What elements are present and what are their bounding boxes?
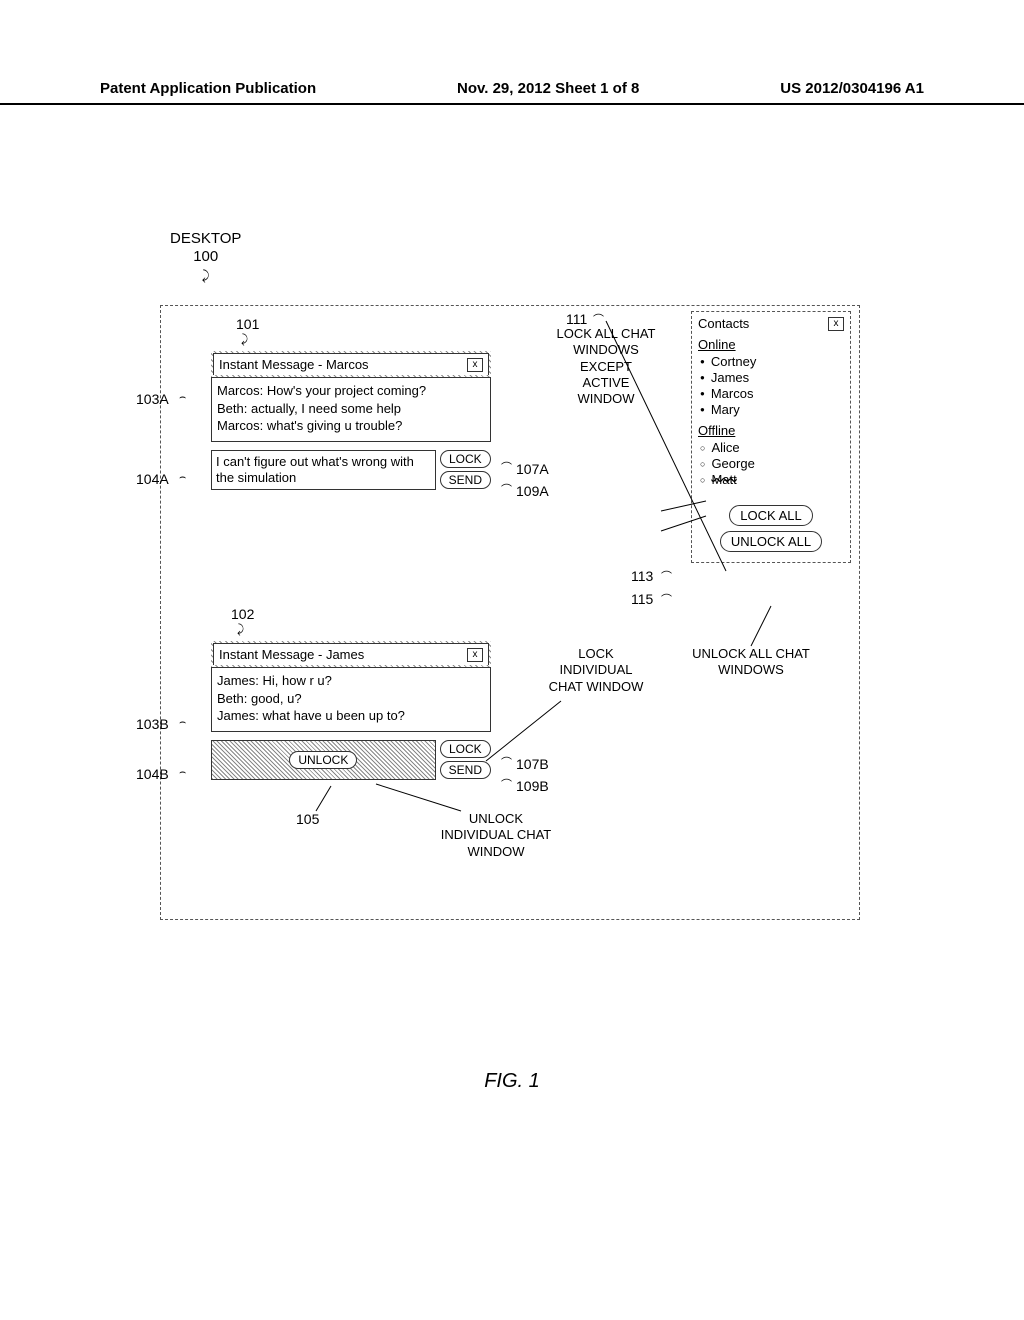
ref-101: 101 [236,316,259,332]
chat-line: James: what have u been up to? [217,707,485,725]
ref-109B: 109B [516,778,549,794]
callout-lock-all-except: LOCK ALL CHAT WINDOWS EXCEPT ACTIVE WIND… [556,326,656,407]
lock-all-button[interactable]: LOCK ALL [729,505,812,526]
offline-list: Alice George Matt [698,440,844,487]
chat-input-row: I can't figure out what's wrong with the… [211,450,491,491]
desktop-ref: 100 [170,248,241,266]
contact-item[interactable]: Cortney [700,354,844,369]
close-icon[interactable]: x [467,648,483,662]
ref-102: 102 [231,606,254,622]
online-list: Cortney James Marcos Mary [698,354,844,417]
contact-item[interactable]: James [700,370,844,385]
chat-line: Marcos: How's your project coming? [217,382,485,400]
leader-icon: ⤸ [170,268,241,284]
send-button[interactable]: SEND [440,471,491,489]
ref-109A: 109A [516,483,549,499]
contacts-panel: Contacts x Online Cortney James Marcos M… [691,311,851,563]
chat-title-bar[interactable]: Instant Message - Marcos x [213,353,489,375]
ref-103A: 103A [136,391,169,407]
chat-history-marcos: Marcos: How's your project coming? Beth:… [211,377,491,442]
chat-line: Beth: good, u? [217,690,485,708]
chat-line: Marcos: what's giving u trouble? [217,417,485,435]
contact-item[interactable]: Matt [700,472,844,487]
chat-title-text: Instant Message - James [219,647,364,662]
leader-102: ⤸ [237,622,244,637]
close-icon[interactable]: x [467,358,483,372]
chat-history-james: James: Hi, how r u? Beth: good, u? James… [211,667,491,732]
offline-header: Offline [698,423,844,438]
ref-104B: 104B [136,766,169,782]
ref-103B: 103B [136,716,169,732]
header-center: Nov. 29, 2012 Sheet 1 of 8 [457,80,639,97]
contact-item[interactable]: George [700,456,844,471]
chat-line: Beth: actually, I need some help [217,400,485,418]
chat-title-bar[interactable]: Instant Message - James x [213,643,489,665]
figure-caption: FIG. 1 [0,1070,1024,1093]
chat-input-row-locked: UNLOCK LOCK SEND [211,740,491,780]
lock-button[interactable]: LOCK [440,450,491,468]
callout-unlock-all-chat: UNLOCK ALL CHAT WINDOWS [691,646,811,679]
ref-105: 105 [296,811,319,827]
desktop-frame: 101 ⤸ Instant Message - Marcos x Marcos:… [160,305,860,920]
locked-input-area: UNLOCK [211,740,436,780]
leader-101: ⤸ [241,332,248,347]
contacts-title: Contacts [698,316,749,331]
callout-lock-individual: LOCK INDIVIDUAL CHAT WINDOW [541,646,651,695]
chat-title-text: Instant Message - Marcos [219,357,369,372]
header-right: US 2012/0304196 A1 [780,80,924,97]
desktop-label: DESKTOP 100 ⤸ [170,230,241,284]
unlock-button[interactable]: UNLOCK [289,751,357,769]
ref-107B: 107B [516,756,549,772]
callout-unlock-individual: UNLOCK INDIVIDUAL CHAT WINDOW [436,811,556,860]
ref-113: 113 [631,568,653,584]
chat-input-marcos[interactable]: I can't figure out what's wrong with the… [211,450,436,491]
chat-line: James: Hi, how r u? [217,672,485,690]
contact-item[interactable]: Mary [700,402,844,417]
lock-button[interactable]: LOCK [440,740,491,758]
contact-item[interactable]: Marcos [700,386,844,401]
unlock-all-button[interactable]: UNLOCK ALL [720,531,822,552]
chat-window-marcos: Instant Message - Marcos x Marcos: How's… [211,351,491,490]
close-icon[interactable]: x [828,317,844,331]
page-header: Patent Application Publication Nov. 29, … [0,80,1024,105]
contact-item[interactable]: Alice [700,440,844,455]
ref-111: 111 [566,311,587,327]
online-header: Online [698,337,844,352]
chat-window-james: Instant Message - James x James: Hi, how… [211,641,491,780]
header-left: Patent Application Publication [100,80,316,97]
ref-107A: 107A [516,461,549,477]
desktop-title: DESKTOP [170,230,241,248]
send-button[interactable]: SEND [440,761,491,779]
ref-104A: 104A [136,471,169,487]
ref-115: 115 [631,591,653,607]
